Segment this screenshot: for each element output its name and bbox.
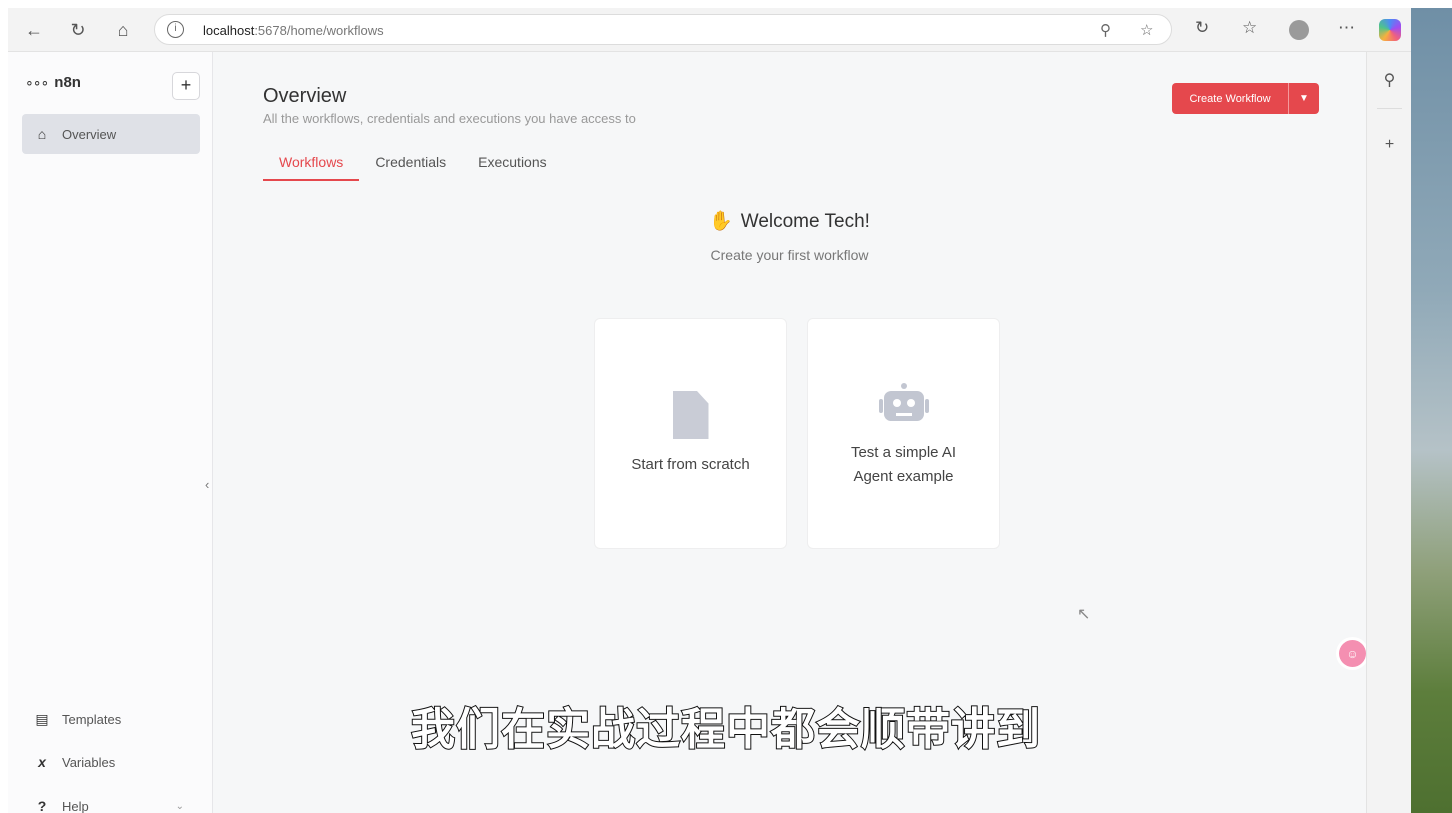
mouse-cursor-icon: ↖	[1077, 606, 1091, 623]
logo-text: n8n	[54, 74, 81, 91]
page-title: Overview	[263, 85, 347, 107]
overview-tabs: Workflows Credentials Executions	[263, 148, 563, 181]
file-icon	[595, 391, 786, 439]
welcome-heading: ✋ Welcome Tech!	[213, 209, 1366, 233]
logo[interactable]: ∘∘∘ n8n	[25, 74, 81, 91]
address-bar[interactable]: i localhost:5678/home/workflows ⚲ ☆	[154, 14, 1172, 45]
extension-icon[interactable]: ↻	[1195, 18, 1209, 38]
welcome-subtitle: Create your first workflow	[710, 247, 869, 263]
info-icon[interactable]: i	[167, 21, 184, 38]
card-label: Start from scratch	[631, 456, 750, 473]
ai-agent-example-card[interactable]: Test a simple AI Agent example	[807, 318, 1000, 549]
robot-icon	[808, 383, 999, 425]
star-icon[interactable]: ☆	[1140, 21, 1153, 39]
add-icon[interactable]: +	[1367, 136, 1411, 154]
sidebar-item-label: Help	[62, 798, 89, 813]
home-icon: ⌂	[37, 126, 47, 142]
home-icon[interactable]: ⌂	[111, 18, 135, 42]
n8n-logo-icon: ∘∘∘	[25, 74, 49, 90]
tab-executions[interactable]: Executions	[462, 148, 562, 181]
chat-assistant-icon[interactable]: ☺	[1339, 640, 1366, 667]
copilot-icon[interactable]	[1379, 19, 1401, 41]
waving-hand-icon: ✋	[709, 211, 733, 232]
screen: ← ↻ ⌂ i localhost:5678/home/workflows ⚲ …	[0, 0, 1452, 813]
url-text[interactable]: localhost:5678/home/workflows	[203, 23, 384, 38]
start-from-scratch-card[interactable]: Start from scratch	[594, 318, 787, 549]
favorites-icon[interactable]: ☆	[1242, 18, 1257, 38]
create-workflow-label[interactable]: Create Workflow	[1172, 83, 1289, 114]
chevron-down-icon: ⌄	[175, 800, 184, 812]
welcome-text: Welcome Tech!	[740, 211, 870, 232]
sidebar-item-help[interactable]: ? Help ⌄	[22, 786, 200, 813]
divider	[1377, 108, 1402, 109]
video-subtitle: 我们在实战过程中都会顺带讲到	[410, 703, 1041, 756]
back-icon[interactable]: ←	[22, 18, 46, 42]
refresh-icon[interactable]: ↻	[66, 18, 90, 42]
sidebar-item-overview[interactable]: ⌂ Overview	[22, 114, 200, 154]
help-icon: ?	[37, 798, 47, 813]
tab-workflows[interactable]: Workflows	[263, 148, 360, 181]
sidebar-item-label: Overview	[62, 126, 117, 142]
page-subtitle: All the workflows, credentials and execu…	[263, 111, 636, 126]
more-icon[interactable]: ⋯	[1338, 18, 1355, 38]
key-icon[interactable]: ⚲	[1100, 21, 1111, 39]
profile-icon[interactable]	[1289, 20, 1309, 40]
card-label-line2: Agent example	[853, 468, 954, 485]
add-button[interactable]: +	[172, 72, 200, 100]
search-icon[interactable]: ⚲	[1367, 70, 1411, 90]
create-workflow-button[interactable]: Create Workflow ▼	[1172, 83, 1319, 114]
card-label-line1: Test a simple AI	[850, 444, 957, 461]
tab-credentials[interactable]: Credentials	[359, 148, 462, 181]
collapse-sidebar-icon[interactable]: ‹	[205, 477, 209, 492]
chevron-down-icon[interactable]: ▼	[1289, 83, 1319, 114]
browser-toolbar: ← ↻ ⌂ i localhost:5678/home/workflows ⚲ …	[8, 8, 1411, 52]
card-label: Test a simple AI Agent example	[808, 441, 999, 489]
